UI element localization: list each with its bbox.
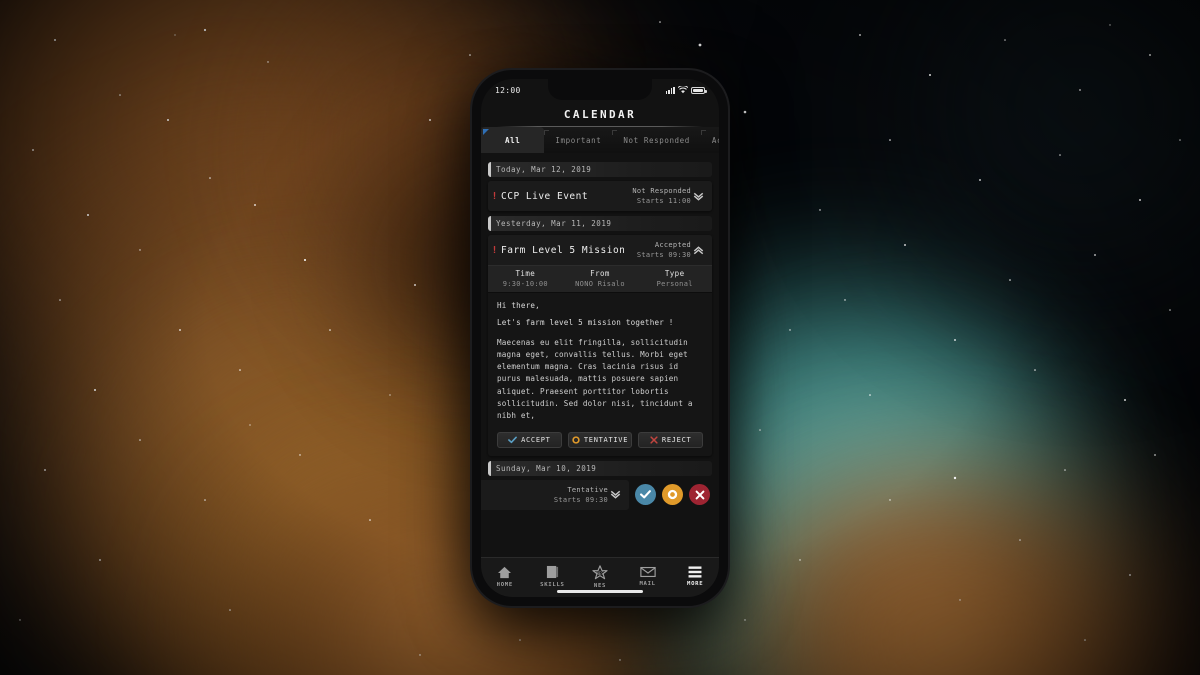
- detail-type: Type Personal: [637, 266, 712, 292]
- event-row[interactable]: ! CCP Live Event Not Responded Starts 11…: [488, 181, 712, 211]
- event-card-ccp-live-event[interactable]: ! CCP Live Event Not Responded Starts 11…: [488, 181, 712, 211]
- day-header-today: Today, Mar 12, 2019: [488, 162, 712, 177]
- day-header-yesterday-label: Yesterday, Mar 11, 2019: [496, 219, 612, 228]
- event-status: Accepted: [654, 240, 691, 249]
- calendar-event-list[interactable]: Today, Mar 12, 2019 ! CCP Live Event Not…: [481, 153, 719, 557]
- event-meta: Accepted Starts 09:30: [637, 240, 691, 260]
- event-row[interactable]: ! Farm Level 5 Mission Accepted Starts 0…: [488, 235, 712, 265]
- chevron-double-down-icon[interactable]: [691, 191, 706, 202]
- tab-all-label: All: [505, 135, 521, 145]
- event-starts: Starts 09:30: [636, 251, 691, 259]
- home-indicator[interactable]: [557, 589, 643, 593]
- swiped-event-row[interactable]: on Tentative Starts 09:30: [481, 479, 629, 510]
- tab-not-responded[interactable]: Not Responded: [612, 127, 701, 153]
- check-icon: [508, 436, 517, 443]
- nav-item-more-label: MORE: [687, 581, 704, 587]
- tab-not-responded-label: Not Responded: [623, 135, 690, 145]
- event-card-swiped[interactable]: on Tentative Starts 09:30: [481, 479, 719, 510]
- page-title: CALENDAR: [481, 101, 719, 127]
- accept-button[interactable]: ACCEPT: [497, 431, 562, 448]
- cross-icon: [695, 490, 704, 500]
- event-card-farm-level-5-mission[interactable]: ! Farm Level 5 Mission Accepted Starts 0…: [488, 235, 712, 456]
- circle-ring-icon: [572, 435, 580, 444]
- svg-text:NES: NES: [596, 571, 604, 576]
- swiped-event-starts: Starts 09:30: [553, 495, 608, 504]
- nav-item-skills-label: SKILLS: [540, 582, 565, 588]
- battery-icon: [691, 86, 707, 94]
- nav-item-home[interactable]: HOME: [481, 566, 529, 588]
- nav-item-more[interactable]: MORE: [671, 566, 719, 587]
- status-bar-time: 12:00: [495, 85, 521, 95]
- filter-tabs[interactable]: All Important Not Responded Accep: [481, 127, 719, 153]
- importance-marker-icon: !: [491, 190, 498, 202]
- event-response-actions[interactable]: ACCEPT TENTATIVE REJECT: [497, 431, 704, 448]
- accept-button-label: ACCEPT: [521, 435, 551, 444]
- circle-ring-icon: [667, 489, 678, 500]
- event-body-intro: Let's farm level 5 mission together !: [497, 318, 674, 328]
- day-header-sunday-label: Sunday, Mar 10, 2019: [496, 463, 597, 473]
- nav-item-nes-label: NES: [593, 582, 607, 589]
- signal-bars-icon: [665, 86, 675, 94]
- home-icon: [498, 566, 512, 578]
- swipe-reject-button[interactable]: [689, 484, 710, 506]
- tentative-button-label: TENTATIVE: [583, 435, 629, 444]
- tab-important-label: Important: [555, 135, 602, 145]
- nav-item-home-label: HOME: [496, 581, 513, 588]
- detail-type-value: Personal: [656, 280, 693, 288]
- chevron-double-down-icon[interactable]: [608, 489, 623, 500]
- swipe-tentative-button[interactable]: [662, 484, 683, 506]
- tab-accepted[interactable]: Accep: [700, 127, 719, 153]
- star-icon: NES: [592, 564, 608, 579]
- day-header-yesterday: Yesterday, Mar 11, 2019: [488, 216, 712, 231]
- event-meta: Not Responded Starts 11:00: [632, 186, 691, 206]
- event-body-greeting: Hi there,: [497, 301, 540, 310]
- event-status: Not Responded: [632, 186, 691, 195]
- event-starts: Starts 11:00: [636, 197, 691, 205]
- phone-screen: 12:00 CALENDAR All Important Not Respond…: [481, 79, 719, 597]
- swiped-event-meta: Tentative Starts 09:30: [554, 485, 608, 505]
- phone-notch: [548, 79, 652, 100]
- event-title: Farm Level 5 Mission: [501, 244, 626, 256]
- importance-marker-icon: !: [491, 244, 498, 256]
- detail-from: From NONO Risalo: [563, 266, 638, 292]
- tentative-button[interactable]: TENTATIVE: [567, 431, 633, 448]
- detail-time: Time 9:30-10:00: [488, 266, 563, 292]
- reject-button[interactable]: REJECT: [638, 431, 704, 448]
- hamburger-icon: [688, 566, 702, 578]
- detail-type-label: Type: [664, 269, 685, 278]
- day-header-sunday: Sunday, Mar 10, 2019: [488, 460, 712, 476]
- nav-item-mail[interactable]: MAIL: [624, 566, 672, 587]
- nav-item-mail-label: MAIL: [639, 581, 656, 587]
- nav-item-nes[interactable]: NES NES: [576, 564, 624, 589]
- cross-icon: [650, 436, 658, 444]
- event-detail-row: Time 9:30-10:00 From NONO Risalo Type Pe…: [488, 265, 712, 293]
- detail-from-value: NONO Risalo: [575, 280, 625, 288]
- event-body: Hi there, Let's farm level 5 mission tog…: [488, 293, 712, 456]
- tab-all[interactable]: All: [481, 127, 545, 153]
- swipe-accept-button[interactable]: [635, 484, 656, 506]
- swiped-event-status: Tentative: [567, 485, 608, 494]
- check-icon: [640, 490, 651, 499]
- reject-button-label: REJECT: [661, 435, 692, 444]
- detail-time-value: 9:30-10:00: [502, 280, 548, 288]
- phone-device: 12:00 CALENDAR All Important Not Respond…: [472, 70, 728, 606]
- tab-accepted-label: Accep: [711, 135, 719, 145]
- detail-time-label: Time: [515, 269, 536, 278]
- wifi-icon: [678, 86, 688, 94]
- detail-from-label: From: [590, 269, 610, 278]
- tab-important[interactable]: Important: [544, 127, 612, 153]
- event-body-paragraph: Maecenas eu elit fringilla, sollicitudin…: [497, 337, 693, 421]
- nav-item-skills[interactable]: SKILLS: [529, 565, 577, 588]
- day-header-today-label: Today, Mar 12, 2019: [496, 165, 592, 174]
- chevron-double-up-icon[interactable]: [691, 245, 706, 256]
- page-title-text: CALENDAR: [563, 107, 637, 121]
- envelope-icon: [639, 566, 656, 578]
- event-title: CCP Live Event: [501, 190, 589, 202]
- book-icon: [546, 565, 558, 579]
- swiped-event-title: on: [481, 489, 554, 500]
